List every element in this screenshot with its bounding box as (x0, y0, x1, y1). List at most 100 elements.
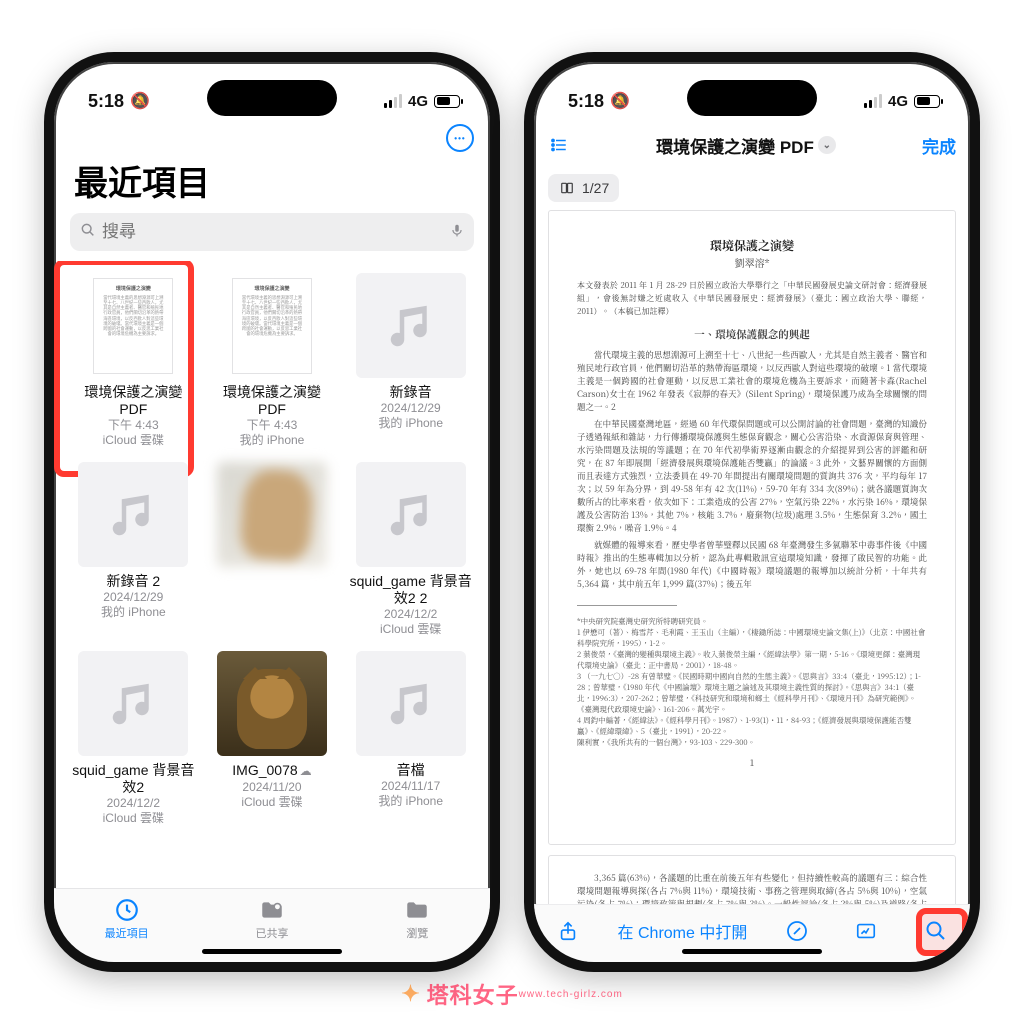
file-meta: 2024/12/29 (72, 590, 195, 605)
markup-pen-button[interactable] (777, 911, 817, 951)
microphone-icon[interactable] (450, 221, 464, 244)
watermark-url: www.tech-girlz.com (519, 989, 623, 1000)
file-item[interactable]: 音檔 2024/11/17 我的 iPhone (345, 649, 476, 828)
phone-files-app: 5:18 🔕 4G ••• 最近項目 (44, 52, 500, 972)
file-item[interactable]: 新錄音 2024/12/29 我的 iPhone (345, 271, 476, 450)
cloud-download-icon: ☁︎ (300, 764, 312, 778)
file-name: 音檔 (349, 762, 472, 779)
tab-shared[interactable]: 已共享 (212, 897, 332, 941)
file-name: IMG_0078☁︎ (211, 762, 334, 780)
share-button[interactable] (548, 911, 588, 951)
done-button[interactable]: 完成 (922, 133, 956, 158)
tab-label: 瀏覽 (406, 925, 428, 941)
file-thumb-blurred-icon (217, 462, 327, 567)
file-loc: 我的 iPhone (349, 416, 472, 431)
pdf-scroll-area[interactable]: 環境保護之演變 劉翠溶* 本文發表於 2011 年 1 月 28-29 日於國立… (534, 210, 970, 904)
doc-paragraph: 當代環境主義的思想淵源可上溯至十七、八世紀一些西歐人，尤其是自然主義者、醫官和殖… (577, 349, 927, 414)
file-meta: 下午 4:43 (211, 418, 334, 433)
open-in-chrome-button[interactable]: 在 Chrome 中打開 (618, 919, 748, 943)
chevron-down-icon[interactable]: ⌄ (818, 136, 836, 154)
mute-icon: 🔕 (610, 91, 630, 111)
doc-author: 劉翠溶* (577, 256, 927, 269)
file-meta: 2024/11/17 (349, 779, 472, 794)
watermark: ✦ 塔科女子 www.tech-girlz.com (401, 978, 623, 1010)
file-meta: 2024/12/2 (349, 607, 472, 622)
file-item[interactable]: squid_game 背景音效2 2024/12/2 iCloud 雲碟 (68, 649, 199, 828)
file-thumb-music-icon (78, 462, 188, 567)
file-thumb-music-icon (78, 651, 188, 756)
search-icon (80, 222, 96, 243)
file-name: squid_game 背景音效2 (72, 762, 195, 796)
doc-paragraph: 就媒體的報導來看，歷史學者曾華璧釋以民國 68 年臺灣發生多氯聯苯中毒事件後《中… (577, 539, 927, 591)
file-thumb-music-icon (356, 273, 466, 378)
doc-heading: 環境保護之演變 (577, 239, 927, 252)
tab-label: 已共享 (255, 925, 288, 941)
doc-paragraph: 3,365 篇(63%)，各議題的比重在前後五年有些變化，但持續性較高的議題有三… (577, 872, 927, 904)
search-input[interactable] (102, 222, 450, 242)
sparkle-icon: ✦ (401, 981, 420, 1007)
battery-icon (434, 95, 460, 108)
network-label: 4G (408, 93, 428, 110)
phone-pdf-viewer: 5:18 🔕 4G 環境保護之演變 PDF ⌄ 完成 (524, 52, 980, 972)
file-loc: iCloud 雲碟 (349, 622, 472, 637)
file-item[interactable]: 環境保護之演變當代環境主義的思想淵源可上溯至十七、八世紀一些西歐人，尤其是自然主… (207, 271, 338, 450)
tab-recent[interactable]: 最近項目 (67, 897, 187, 941)
outline-button[interactable] (548, 136, 570, 154)
page-indicator-chip[interactable]: 1/27 (548, 174, 619, 202)
file-item[interactable]: IMG_0078☁︎ 2024/11/20 iCloud 雲碟 (207, 649, 338, 828)
file-thumb-music-icon (356, 651, 466, 756)
tab-label: 最近項目 (105, 925, 149, 941)
file-meta: 2024/12/2 (72, 796, 195, 811)
file-thumb-music-icon (356, 462, 466, 567)
file-name: squid_game 背景音效2 2 (349, 573, 472, 607)
search-icon (924, 919, 948, 943)
file-name: 新錄音 (349, 384, 472, 401)
mute-icon: 🔕 (130, 91, 150, 111)
search-field[interactable] (70, 213, 474, 251)
search-in-pdf-button[interactable] (916, 911, 956, 951)
file-thumb-doc-icon: 環境保護之演變當代環境主義的思想淵源可上溯至十七、八世紀一些西歐人，尤其是自然主… (78, 273, 188, 378)
tab-browse[interactable]: 瀏覽 (357, 897, 477, 941)
file-meta: 2024/11/20 (211, 780, 334, 795)
list-icon (548, 136, 570, 154)
clock-icon (114, 897, 140, 923)
home-indicator[interactable] (682, 949, 822, 954)
file-meta: 2024/12/29 (349, 401, 472, 416)
doc-section-heading: 一、環境保護觀念的興起 (577, 328, 927, 341)
file-name: 環境保護之演變 PDF (211, 384, 334, 418)
annotate-button[interactable] (846, 911, 886, 951)
marker-icon (785, 919, 809, 943)
page-indicator: 1/27 (582, 180, 609, 196)
network-label: 4G (888, 93, 908, 110)
file-loc: 我的 iPhone (72, 605, 195, 620)
file-loc: iCloud 雲碟 (72, 811, 195, 826)
file-name: 新錄音 2 (72, 573, 195, 590)
file-item[interactable] (207, 460, 338, 639)
files-grid: 環境保護之演變當代環境主義的思想淵源可上溯至十七、八世紀一些西歐人，尤其是自然主… (54, 261, 490, 828)
dynamic-island (687, 80, 817, 116)
file-thumb-image-icon (217, 651, 327, 756)
pencil-tip-icon (853, 920, 879, 942)
file-thumb-doc-icon: 環境保護之演變當代環境主義的思想淵源可上溯至十七、八世紀一些西歐人，尤其是自然主… (217, 273, 327, 378)
more-actions-button[interactable]: ••• (446, 124, 474, 152)
file-item[interactable]: 新錄音 2 2024/12/29 我的 iPhone (68, 460, 199, 639)
watermark-brand: 塔科女子 (427, 978, 519, 1010)
folder-icon (404, 897, 430, 923)
page-number: 1 (577, 756, 927, 769)
signal-icon (384, 94, 402, 108)
doc-intro: 本文發表於 2011 年 1 月 28-29 日於國立政治大學舉行之「中華民國發… (577, 279, 927, 318)
battery-icon (914, 95, 940, 108)
status-time: 5:18 (568, 91, 604, 112)
home-indicator[interactable] (202, 949, 342, 954)
pdf-page-2: 3,365 篇(63%)，各議題的比重在前後五年有些變化，但持續性較高的議題有三… (548, 855, 956, 904)
pdf-page-1: 環境保護之演變 劉翠溶* 本文發表於 2011 年 1 月 28-29 日於國立… (548, 210, 956, 845)
file-loc: iCloud 雲碟 (211, 795, 334, 810)
pages-icon (558, 181, 576, 195)
signal-icon (864, 94, 882, 108)
file-item[interactable]: squid_game 背景音效2 2 2024/12/2 iCloud 雲碟 (345, 460, 476, 639)
doc-footnotes: *中央研究院臺灣史研究所特聘研究員。 1 伊懋可（著）、梅雪芹、毛利霞、王玉山（… (577, 616, 927, 748)
page-title: 最近項目 (54, 156, 490, 213)
status-time: 5:18 (88, 91, 124, 112)
file-name (211, 573, 334, 590)
dynamic-island (207, 80, 337, 116)
